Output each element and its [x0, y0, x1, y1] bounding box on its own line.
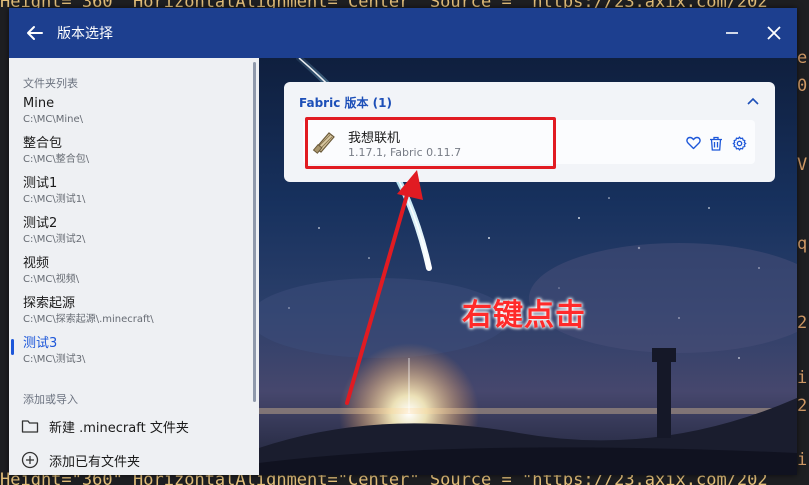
minimize-icon	[726, 32, 738, 34]
app-window: 版本选择 文件夹列表 Mine C:\MC\Mine\ 整合包 C:\MC\整合…	[9, 8, 797, 475]
code-char: e	[797, 48, 808, 68]
code-char: i	[797, 450, 808, 470]
minimize-button[interactable]	[717, 18, 747, 48]
action-label: 新建 .minecraft 文件夹	[49, 420, 189, 436]
code-char: V	[797, 155, 808, 175]
code-char: 2	[797, 313, 808, 333]
folder-path: C:\MC\测试2\	[23, 234, 86, 245]
sidebar-item-mine[interactable]: Mine C:\MC\Mine\	[23, 96, 248, 136]
add-import-header: 添加或导入	[23, 393, 78, 406]
folder-path: C:\MC\测试3\	[23, 354, 86, 365]
fabric-scroll-icon	[312, 132, 335, 154]
folder-name: 测试3	[23, 336, 58, 351]
sidebar-item-test3[interactable]: 测试3 C:\MC\测试3\	[11, 336, 248, 376]
folder-name: 整合包	[23, 136, 63, 151]
code-char: 0	[797, 76, 808, 96]
folder-icon	[21, 420, 39, 433]
version-name: 我想联机	[348, 131, 401, 146]
folder-path: C:\MC\测试1\	[23, 194, 86, 205]
version-item[interactable]: 我想联机 1.17.1, Fabric 0.11.7	[303, 120, 755, 164]
arrow-left-icon	[27, 26, 43, 40]
close-button[interactable]	[759, 18, 789, 48]
sidebar-scrollbar[interactable]	[253, 62, 256, 402]
back-button[interactable]	[17, 15, 53, 51]
code-char: q	[797, 234, 808, 254]
folder-path: C:\MC\整合包\	[23, 154, 90, 165]
settings-button[interactable]	[731, 135, 747, 151]
sidebar-item-test2[interactable]: 测试2 C:\MC\测试2\	[23, 216, 248, 256]
chevron-up-icon	[747, 97, 759, 105]
folder-sidebar: 文件夹列表 Mine C:\MC\Mine\ 整合包 C:\MC\整合包\ 测试…	[9, 58, 259, 475]
folder-path: C:\MC\探索起源\.minecraft\	[23, 314, 154, 325]
folder-name: 探索起源	[23, 296, 76, 311]
folders-header: 文件夹列表	[23, 77, 78, 90]
gear-icon	[732, 135, 746, 151]
sidebar-item-modpack[interactable]: 整合包 C:\MC\整合包\	[23, 136, 248, 176]
code-char: 2	[797, 396, 808, 416]
sidebar-item-origins[interactable]: 探索起源 C:\MC\探索起源\.minecraft\	[23, 296, 248, 336]
delete-button[interactable]	[708, 135, 724, 151]
close-icon	[767, 26, 781, 40]
sidebar-item-test1[interactable]: 测试1 C:\MC\测试1\	[23, 176, 248, 216]
folder-name: Mine	[23, 96, 55, 111]
selected-indicator	[11, 339, 14, 355]
folder-path: C:\MC\视频\	[23, 274, 80, 285]
new-minecraft-folder-button[interactable]: 新建 .minecraft 文件夹	[21, 412, 251, 440]
folder-name: 测试1	[23, 176, 58, 191]
title-bar: 版本选择	[9, 8, 797, 58]
favorite-button[interactable]	[685, 135, 701, 151]
version-list-area: Fabric 版本 (1) 我想联机 1.17.1, Fabric 0.11.7	[259, 58, 797, 475]
trash-icon	[710, 136, 722, 151]
version-details: 1.17.1, Fabric 0.11.7	[348, 146, 462, 159]
right-click-annotation: 右键点击	[462, 298, 586, 333]
fabric-version-card: Fabric 版本 (1) 我想联机 1.17.1, Fabric 0.11.7	[284, 82, 775, 182]
sidebar-item-video[interactable]: 视频 C:\MC\视频\	[23, 256, 248, 296]
folder-name: 测试2	[23, 216, 58, 231]
add-existing-folder-button[interactable]: 添加已有文件夹	[21, 446, 251, 474]
collapse-button[interactable]	[746, 94, 760, 108]
heart-icon	[685, 136, 701, 150]
code-char: i	[797, 368, 808, 388]
folder-name: 视频	[23, 256, 50, 271]
add-circle-icon	[21, 451, 39, 469]
card-header: Fabric 版本 (1)	[299, 96, 393, 110]
folder-path: C:\MC\Mine\	[23, 114, 83, 125]
action-label: 添加已有文件夹	[49, 454, 141, 470]
window-title: 版本选择	[57, 26, 113, 42]
